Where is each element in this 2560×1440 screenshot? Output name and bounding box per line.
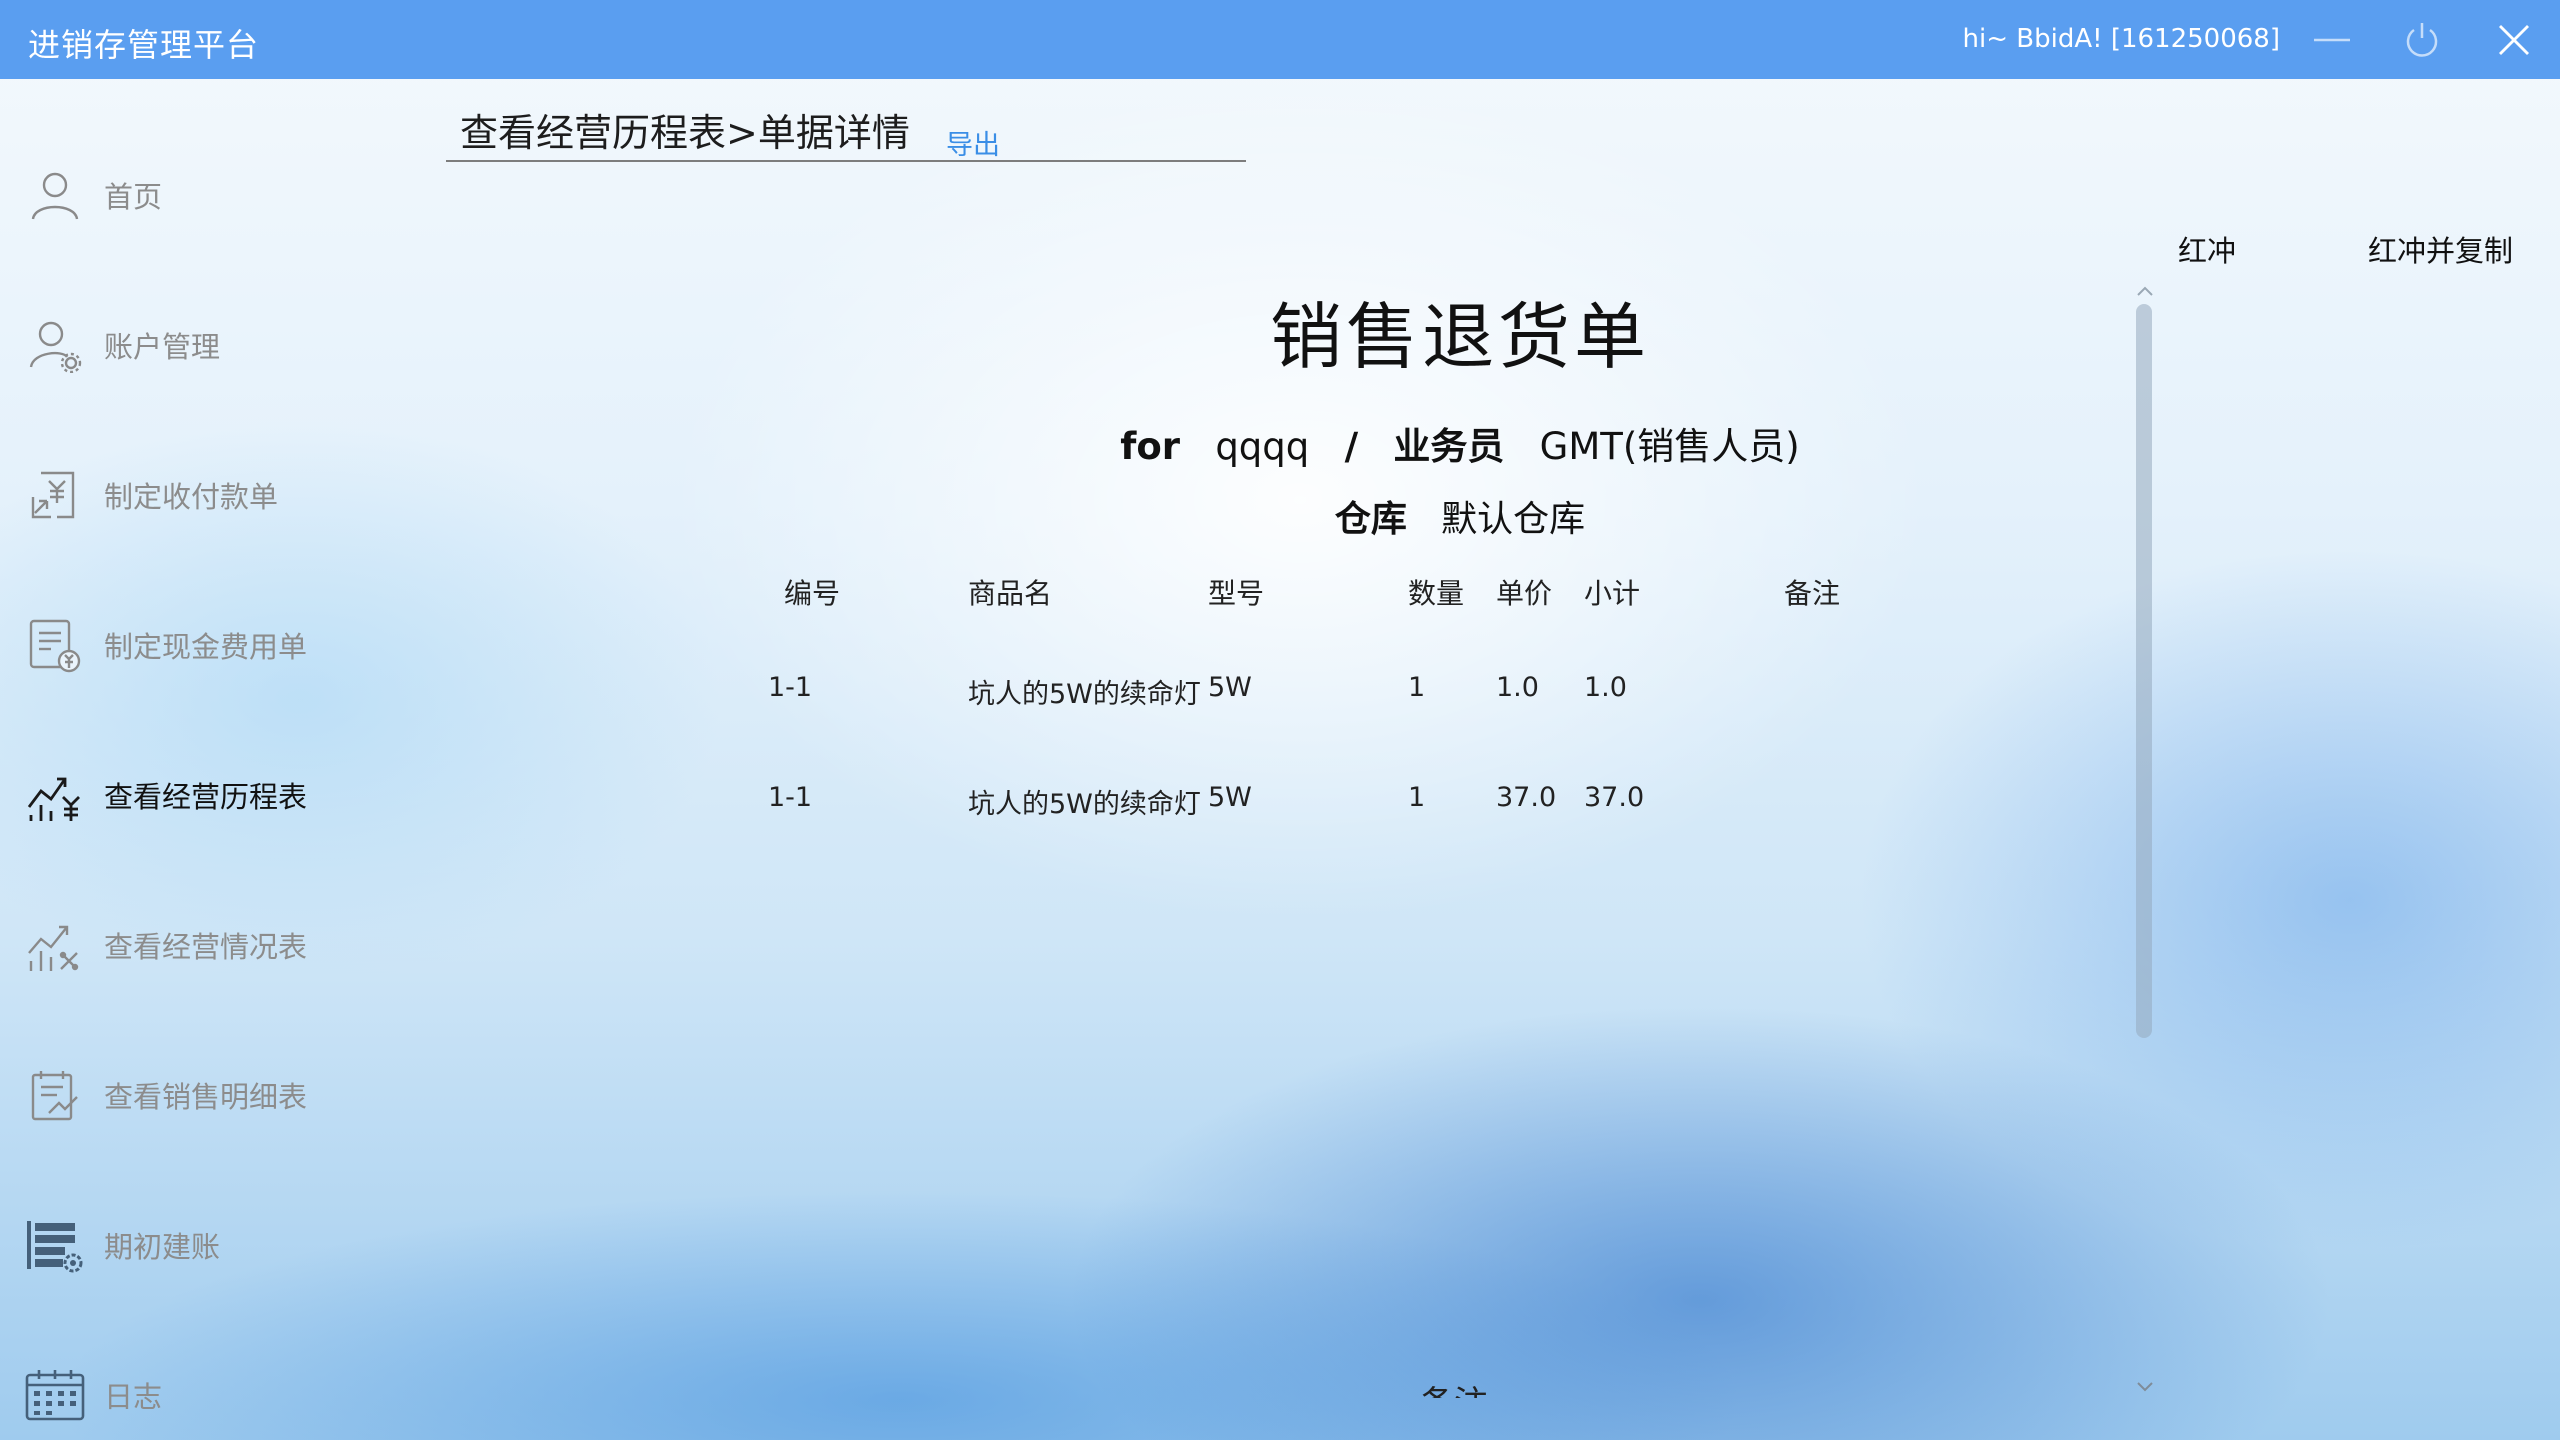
- sidebar-item-cash-expense[interactable]: 制定现金费用单: [24, 605, 384, 685]
- column-header-remark: 备注: [1784, 577, 1841, 610]
- cell-id: 1-1: [768, 672, 813, 703]
- sidebar-item-label: 日志: [104, 1380, 163, 1414]
- breadcrumb: 查看经营历程表>单据详情 导出: [446, 98, 1246, 162]
- sidebar-item-label: 制定收付款单: [104, 480, 279, 514]
- cell-product: 坑人的5W的续命灯: [968, 679, 1201, 710]
- cell-subtotal: 37.0: [1584, 782, 1645, 813]
- sidebar-item-label: 首页: [104, 180, 163, 214]
- document-title: 销售退货单: [1269, 295, 1650, 379]
- cell-subtotal: 1.0: [1584, 672, 1627, 703]
- power-icon[interactable]: [2400, 18, 2444, 62]
- cell-quantity: 1: [1408, 782, 1426, 813]
- cell-unit-price: 1.0: [1496, 672, 1539, 703]
- sidebar-item-label: 制定现金费用单: [104, 630, 308, 664]
- for-label: for: [1120, 425, 1181, 468]
- export-link[interactable]: 导出: [946, 123, 1000, 162]
- sidebar-item-home[interactable]: 首页: [24, 155, 384, 235]
- column-header-quantity: 数量: [1408, 577, 1465, 610]
- sidebar-item-business-history[interactable]: 查看经营历程表: [24, 755, 384, 835]
- column-header-product: 商品名: [968, 577, 1053, 610]
- user-settings-icon: [24, 314, 86, 376]
- title-bar: 进销存管理平台 hi~ BbidA! [161250068]: [0, 0, 2560, 79]
- calendar-icon: [24, 1364, 86, 1426]
- column-header-unit-price: 单价: [1496, 577, 1553, 610]
- salesman-name: GMT(销售人员): [1539, 425, 1800, 468]
- cell-quantity: 1: [1408, 672, 1426, 703]
- ledger-settings-icon: [24, 1214, 86, 1276]
- sidebar-item-label: 查看经营历程表: [104, 780, 308, 814]
- trend-yuan-icon: [24, 764, 86, 826]
- cell-unit-price: 37.0: [1496, 782, 1557, 813]
- scrollbar-thumb[interactable]: [2136, 304, 2152, 1038]
- column-header-subtotal: 小计: [1584, 577, 1641, 610]
- separator: /: [1344, 425, 1359, 468]
- warehouse-label: 仓库: [1334, 499, 1407, 540]
- column-header-model: 型号: [1208, 577, 1265, 610]
- red-reverse-copy-button[interactable]: 红冲并复制: [2368, 228, 2513, 270]
- remark-label: 备注: [1420, 1384, 1488, 1398]
- sidebar-item-receipt-payment[interactable]: 制定收付款单: [24, 455, 384, 535]
- cell-model: 5W: [1208, 672, 1252, 703]
- app-title: 进销存管理平台: [28, 26, 260, 64]
- sidebar-item-label: 查看经营情况表: [104, 930, 308, 964]
- sidebar-item-sales-detail[interactable]: 查看销售明细表: [24, 1055, 384, 1135]
- yuan-transfer-icon: [24, 464, 86, 526]
- sidebar: 首页 账户管理 制定收付款单 制定现金费用单 查看经营历程表 查看经营情况表 查…: [0, 79, 420, 1440]
- trend-chart-icon: [24, 914, 86, 976]
- document-warehouse: 仓库 默认仓库: [1000, 490, 1920, 542]
- document-parties: for qqqq / 业务员 GMT(销售人员): [1000, 416, 1920, 470]
- page-title: 查看经营历程表>单据详情: [460, 111, 910, 155]
- scroll-up-arrow[interactable]: [2132, 280, 2158, 302]
- column-header-id: 编号: [784, 577, 841, 610]
- sidebar-item-log[interactable]: 日志: [24, 1355, 384, 1435]
- cell-product: 坑人的5W的续命灯: [968, 789, 1201, 820]
- sidebar-item-business-status[interactable]: 查看经营情况表: [24, 905, 384, 985]
- sidebar-item-label: 期初建账: [104, 1230, 221, 1264]
- close-icon[interactable]: [2492, 18, 2536, 62]
- minimize-icon[interactable]: [2310, 18, 2354, 62]
- cell-id: 1-1: [768, 782, 813, 813]
- sidebar-item-label: 账户管理: [104, 330, 221, 364]
- user-greeting: hi~ BbidA! [161250068]: [1962, 24, 2280, 54]
- user-icon: [24, 164, 86, 226]
- warehouse-name: 默认仓库: [1441, 499, 1586, 540]
- cash-expense-doc-icon: [24, 614, 86, 676]
- cell-model: 5W: [1208, 782, 1252, 813]
- salesman-label: 业务员: [1393, 425, 1505, 468]
- customer-name: qqqq: [1215, 425, 1310, 468]
- scroll-down-arrow[interactable]: [2132, 1376, 2158, 1398]
- sidebar-item-label: 查看销售明细表: [104, 1080, 308, 1114]
- red-reverse-button[interactable]: 红冲: [2178, 228, 2236, 270]
- sidebar-item-opening-accounts[interactable]: 期初建账: [24, 1205, 384, 1285]
- sidebar-item-account[interactable]: 账户管理: [24, 305, 384, 385]
- sales-detail-doc-icon: [24, 1064, 86, 1126]
